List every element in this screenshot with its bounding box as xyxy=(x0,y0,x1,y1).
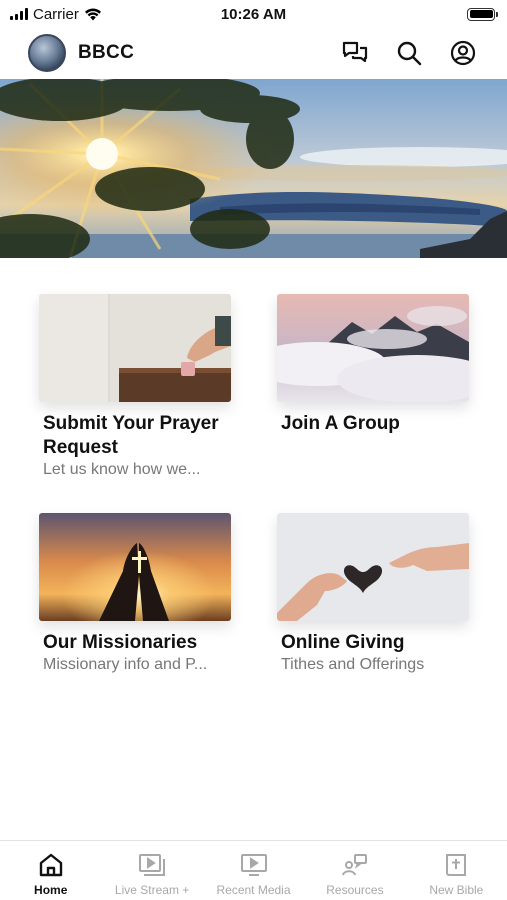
hero-banner xyxy=(0,79,507,258)
tab-label: Resources xyxy=(326,883,384,897)
app-header: BBCC xyxy=(0,28,507,78)
card-prayer-request[interactable]: Submit Your Prayer Request Let us know h… xyxy=(39,294,231,479)
home-icon xyxy=(39,853,62,877)
card-subtitle: Let us know how we... xyxy=(43,461,201,478)
resources-icon xyxy=(341,854,367,876)
card-image-giving xyxy=(277,513,469,621)
app-title: BBCC xyxy=(78,42,135,63)
card-title: Join A Group xyxy=(281,413,400,434)
card-join-group[interactable]: Join A Group xyxy=(277,294,469,436)
tab-resources[interactable]: Resources xyxy=(304,841,405,900)
header-actions xyxy=(339,37,479,69)
card-online-giving[interactable]: Online Giving Tithes and Offerings xyxy=(277,513,469,674)
card-title: Our Missionaries xyxy=(43,632,198,653)
tab-new-bible[interactable]: New Bible xyxy=(406,841,507,900)
tab-label: Recent Media xyxy=(216,883,291,897)
wifi-icon xyxy=(84,8,101,21)
chat-button[interactable] xyxy=(339,37,371,69)
tab-label: Live Stream + xyxy=(114,883,190,897)
avatar[interactable] xyxy=(28,34,66,72)
live-stream-icon xyxy=(139,854,166,876)
status-bar: Carrier 10:26 AM xyxy=(0,0,507,28)
tab-bar: Home Live Stream + Recent Media Resource… xyxy=(0,840,507,900)
card-missionaries[interactable]: Our Missionaries Missionary info and P..… xyxy=(39,513,231,674)
profile-icon xyxy=(450,40,476,66)
media-icon xyxy=(240,854,267,876)
chat-icon xyxy=(342,41,368,63)
card-subtitle: Tithes and Offerings xyxy=(281,656,425,673)
card-image-missionaries xyxy=(39,513,231,621)
carrier-label: Carrier xyxy=(33,5,79,23)
card-title: Submit Your Prayer Request xyxy=(43,413,219,458)
tab-label: New Bible xyxy=(429,883,484,897)
status-left: Carrier xyxy=(10,6,102,23)
card-subtitle: Missionary info and P... xyxy=(43,656,208,673)
card-title: Online Giving xyxy=(281,632,405,653)
tab-recent-media[interactable]: Recent Media xyxy=(203,841,304,900)
profile-button[interactable] xyxy=(447,37,479,69)
tab-home[interactable]: Home xyxy=(0,841,101,900)
search-button[interactable] xyxy=(393,37,425,69)
card-image-prayer xyxy=(39,294,231,402)
tab-label: Home xyxy=(34,883,68,897)
bible-icon xyxy=(446,854,467,876)
battery-icon xyxy=(467,7,498,21)
search-icon xyxy=(397,41,422,66)
card-image-group xyxy=(277,294,469,402)
signal-icon xyxy=(10,8,28,20)
tab-live-stream[interactable]: Live Stream + xyxy=(101,841,202,900)
